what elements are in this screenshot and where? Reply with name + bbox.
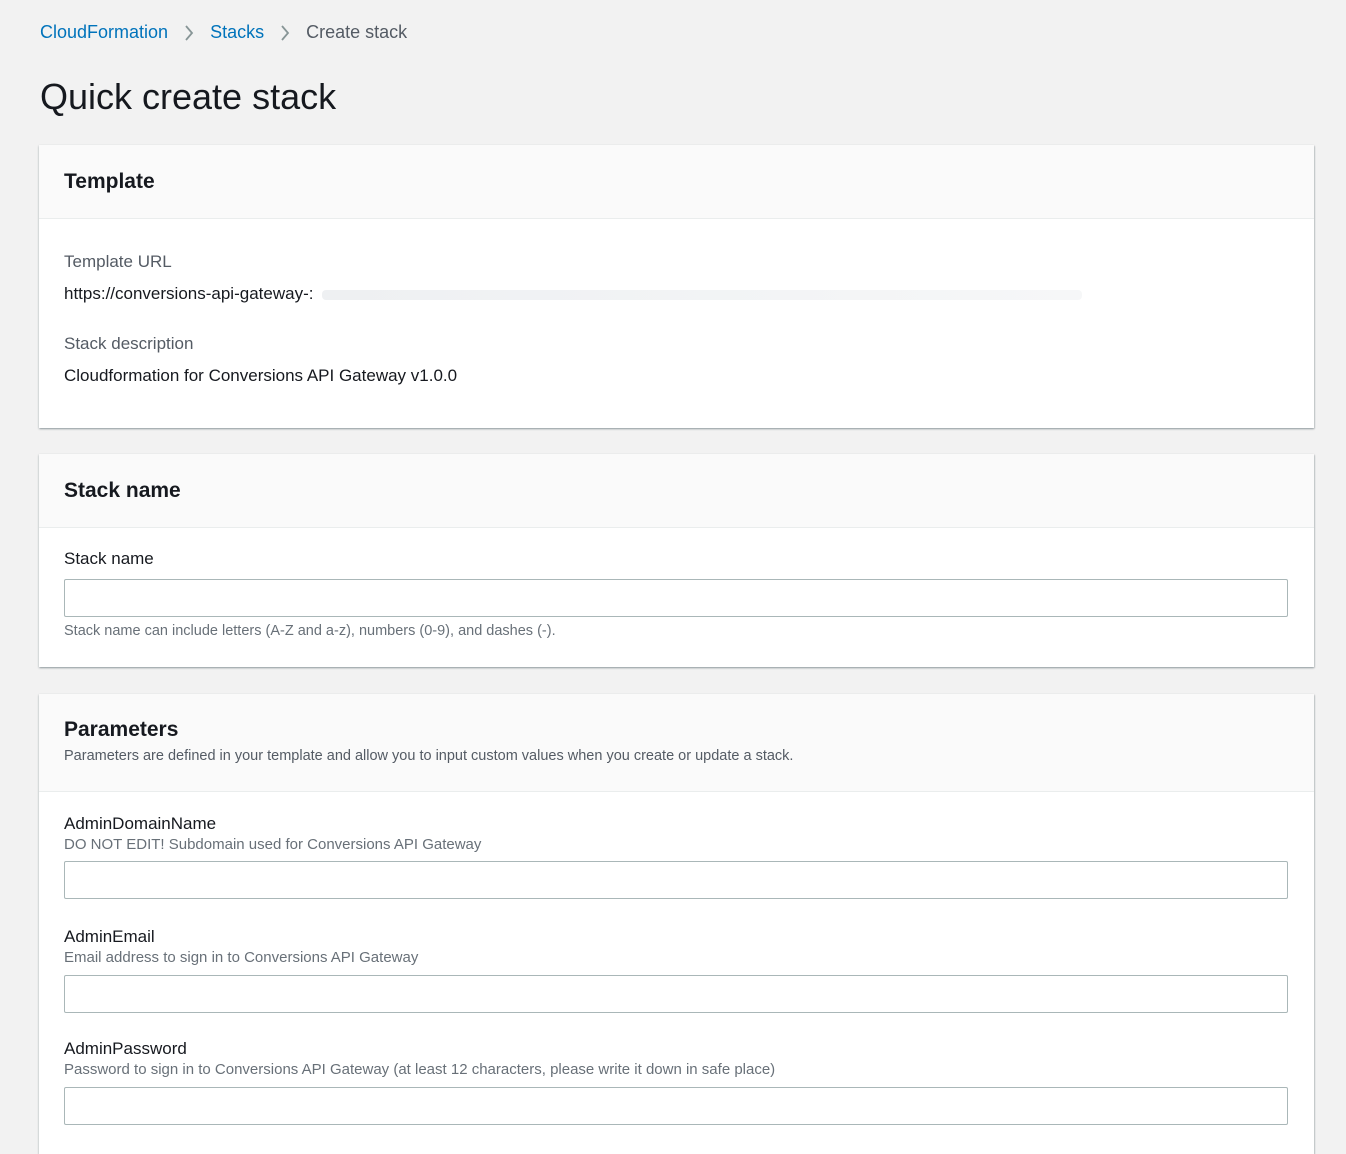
breadcrumb: CloudFormation Stacks Create stack [40,22,407,43]
param-admin-password: AdminPassword Password to sign in to Con… [64,1039,775,1078]
redacted-url-area [321,289,1082,300]
param-label: AdminDomainName [64,814,217,833]
admin-domain-name-input[interactable] [64,861,1288,899]
template-url-row: https://conversions-api-gateway-: [64,284,1082,304]
template-panel: Template Template URL https://conversion… [39,145,1314,428]
chevron-right-icon [184,24,194,41]
param-description: DO NOT EDIT! Subdomain used for Conversi… [64,836,482,853]
stack-name-panel: Stack name Stack name Stack name can inc… [39,454,1314,667]
parameters-panel-description: Parameters are defined in your template … [64,748,794,764]
breadcrumb-cloudformation-link[interactable]: CloudFormation [40,22,168,43]
breadcrumb-stacks-link[interactable]: Stacks [210,22,264,43]
stack-name-field-label: Stack name [64,549,154,568]
admin-password-input[interactable] [64,1087,1288,1125]
template-panel-title: Template [64,169,155,193]
stack-name-constraint: Stack name can include letters (A-Z and … [64,623,556,639]
stack-name-panel-title: Stack name [64,478,181,502]
param-description: Email address to sign in to Conversions … [64,949,419,966]
parameters-panel: Parameters Parameters are defined in you… [39,694,1314,1154]
param-label: AdminEmail [64,927,155,946]
breadcrumb-current: Create stack [306,22,408,42]
template-url-label: Template URL [64,252,172,271]
stack-name-input[interactable] [64,579,1288,617]
param-admin-email: AdminEmail Email address to sign in to C… [64,927,418,966]
parameters-panel-header: Parameters Parameters are defined in you… [39,694,1314,792]
stack-name-panel-header: Stack name [39,454,1314,528]
admin-email-input[interactable] [64,975,1288,1013]
chevron-right-icon [280,24,290,41]
parameters-panel-title: Parameters [64,718,179,741]
stack-description-value: Cloudformation for Conversions API Gatew… [64,366,458,385]
stack-description-label: Stack description [64,334,194,353]
param-label: AdminPassword [64,1039,187,1058]
param-admin-domain-name: AdminDomainName DO NOT EDIT! Subdomain u… [64,814,481,853]
template-url-value: https://conversions-api-gateway-: [64,284,314,303]
template-panel-header: Template [39,145,1314,219]
page-title: Quick create stack [40,76,337,117]
param-description: Password to sign in to Conversions API G… [64,1061,776,1078]
